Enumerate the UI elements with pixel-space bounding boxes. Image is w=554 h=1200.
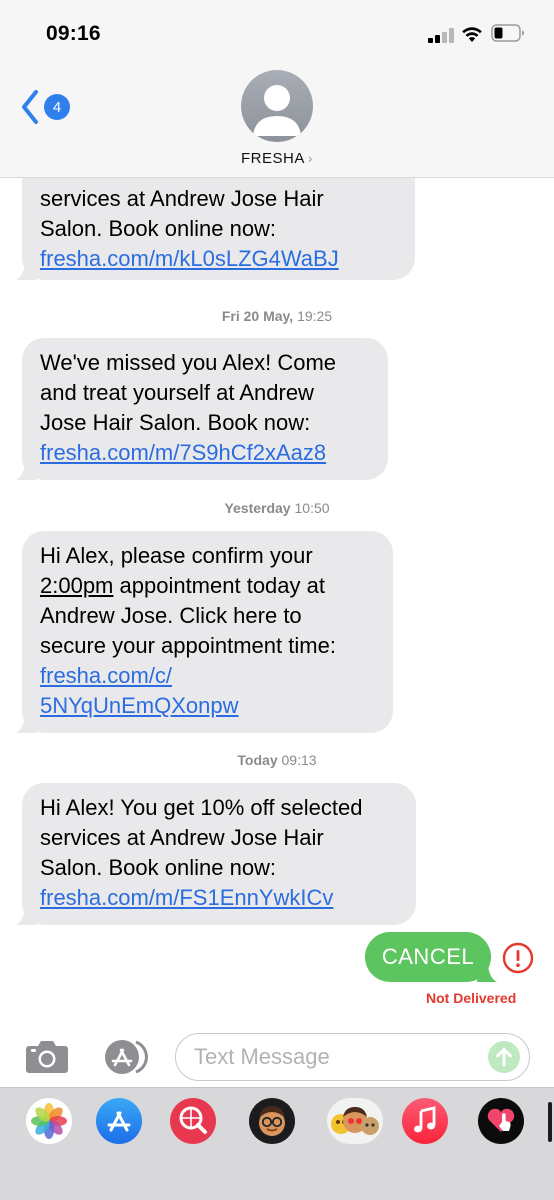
- incoming-message-bubble: We've missed you Alex! Come and treat yo…: [16, 338, 388, 480]
- conversation-header: 09:16 4 FRESHA ›: [0, 0, 554, 178]
- app-store-drawer-icon[interactable]: [98, 1038, 152, 1076]
- cellular-signal-icon: [428, 28, 454, 43]
- person-silhouette-icon: [253, 85, 301, 136]
- message-link[interactable]: fresha.com/m/FS1EnnYwkICv: [40, 885, 333, 910]
- arrow-up-icon: [496, 1048, 512, 1067]
- message-text: Hi Alex, please confirm your: [40, 543, 313, 568]
- timestamp: Fri 20 May, 19:25: [221, 308, 333, 324]
- message-link[interactable]: 5NYqUnEmQXonpw: [40, 693, 239, 718]
- message-link[interactable]: fresha.com/m/kL0sLZG4WaBJ: [40, 246, 339, 271]
- digital-touch-icon[interactable]: [478, 1098, 524, 1144]
- incoming-message-bubble: Hi Alex, please confirm your 2:00pm appo…: [16, 531, 393, 733]
- delivery-status: Not Delivered: [426, 990, 517, 1006]
- camera-icon[interactable]: [25, 1038, 69, 1074]
- bubble-tail: [16, 462, 36, 480]
- message-text: secure your appointment time:: [40, 633, 336, 658]
- message-text: services at Andrew Jose Hair: [40, 186, 324, 211]
- bubble-tail: [16, 715, 36, 733]
- message-text: CANCEL: [381, 944, 475, 969]
- send-button[interactable]: [488, 1041, 520, 1073]
- message-text: and treat yourself at Andrew: [40, 380, 314, 405]
- bubble-tail: [16, 907, 36, 925]
- app-store-icon[interactable]: [96, 1098, 142, 1144]
- memoji-stickers-icon[interactable]: [327, 1098, 383, 1144]
- timestamp: Today 09:13: [237, 752, 317, 768]
- contact-name[interactable]: FRESHA ›: [0, 150, 554, 167]
- timestamp: Yesterday 10:50: [224, 500, 330, 516]
- photos-icon[interactable]: [26, 1098, 72, 1144]
- unread-count-badge[interactable]: 4: [44, 94, 70, 120]
- status-time: 09:16: [46, 22, 101, 45]
- incoming-message-bubble: Hi Alex! You get 10% off selected servic…: [16, 783, 416, 925]
- message-text: Andrew Jose. Click here to: [40, 603, 302, 628]
- battery-icon: [491, 24, 524, 42]
- bubble-tail: [16, 262, 36, 280]
- web-search-icon[interactable]: [170, 1098, 216, 1144]
- drawer-scroll-edge: [548, 1102, 552, 1142]
- memoji-icon[interactable]: [249, 1098, 295, 1144]
- message-text: Salon. Book online now:: [40, 216, 277, 241]
- text-message-input[interactable]: [194, 1042, 484, 1072]
- wifi-icon: [462, 27, 482, 42]
- message-text: services at Andrew Jose Hair: [40, 825, 324, 850]
- message-text: Jose Hair Salon. Book now:: [40, 410, 311, 435]
- message-text: We've missed you Alex! Come: [40, 350, 337, 375]
- message-text: Salon. Book online now:: [40, 855, 277, 880]
- message-text: Hi Alex! You get 10% off selected: [40, 795, 363, 820]
- chevron-right-icon: ›: [307, 150, 313, 166]
- outgoing-message-bubble[interactable]: CANCEL: [365, 932, 497, 982]
- error-exclamation-icon[interactable]: [502, 942, 534, 974]
- time-data-detector[interactable]: 2:00pm: [40, 573, 113, 598]
- message-link[interactable]: fresha.com/m/7S9hCf2xAaz8: [40, 440, 326, 465]
- message-input-field[interactable]: [175, 1033, 530, 1081]
- contact-avatar[interactable]: [241, 70, 313, 142]
- imessage-app-drawer: [0, 1087, 554, 1200]
- music-icon[interactable]: [402, 1098, 448, 1144]
- message-link[interactable]: fresha.com/c/: [40, 663, 172, 688]
- bubble-tail: [477, 964, 497, 982]
- message-text: 2:00pm appointment today at: [40, 573, 325, 598]
